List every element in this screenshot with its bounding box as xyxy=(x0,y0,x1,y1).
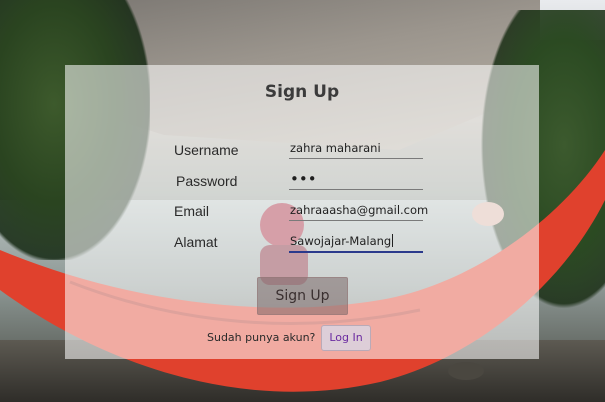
email-label: Email xyxy=(174,203,210,219)
email-value: zahraaasha@gmail.com xyxy=(290,203,429,217)
email-field[interactable]: zahraaasha@gmail.com xyxy=(289,198,428,221)
page-title: Sign Up xyxy=(264,82,340,102)
login-question: Sudah punya akun? xyxy=(207,331,316,344)
signup-button[interactable]: Sign Up xyxy=(257,277,348,315)
alamat-field[interactable]: Sawojajar-Malang xyxy=(289,229,423,253)
password-value: ••• xyxy=(290,170,317,188)
alamat-label: Alamat xyxy=(174,234,218,250)
username-label: Username xyxy=(174,142,239,158)
login-button[interactable]: Log In xyxy=(321,325,371,351)
rock xyxy=(448,362,484,380)
password-field[interactable]: ••• xyxy=(289,167,423,190)
username-value: zahra maharani xyxy=(290,141,381,155)
alamat-value-wrap: Sawojajar-Malang xyxy=(290,234,394,248)
password-label: Password xyxy=(176,173,238,189)
username-field[interactable]: zahra maharani xyxy=(289,136,423,159)
text-caret xyxy=(392,234,394,247)
alamat-value: Sawojajar-Malang xyxy=(290,234,392,248)
signup-panel: Sign Up Username zahra maharani Password… xyxy=(65,65,539,359)
